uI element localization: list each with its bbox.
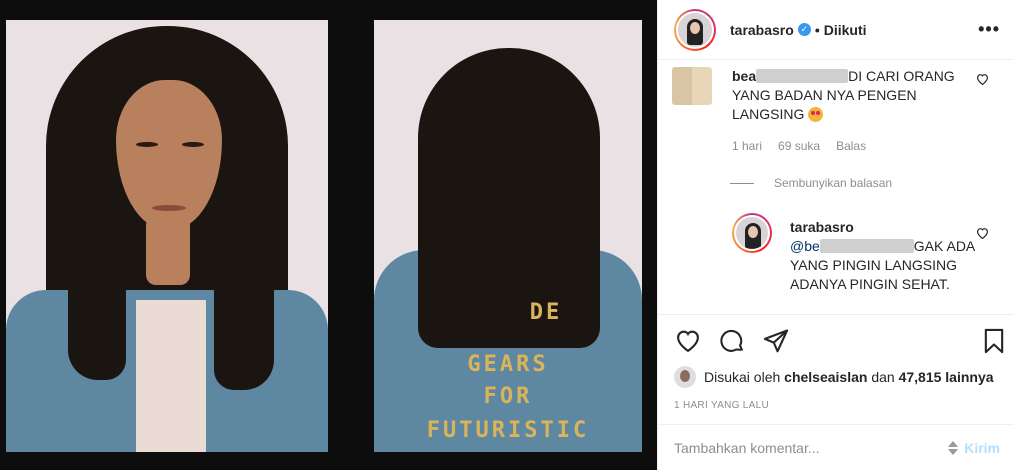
jacket-text-line-3: FUTURISTIC bbox=[426, 418, 590, 443]
post-actions bbox=[658, 314, 1014, 366]
reply-heart-icon[interactable] bbox=[976, 227, 989, 242]
redacted-mention-blur bbox=[819, 239, 914, 253]
reply-mention[interactable]: @be bbox=[790, 238, 820, 254]
post-header: tarabasro ✓ • Diikuti ••• bbox=[658, 0, 1014, 60]
hide-replies-label: Sembunyikan balasan bbox=[774, 176, 893, 190]
liker-avatar[interactable] bbox=[674, 366, 696, 388]
comment-input[interactable] bbox=[674, 439, 947, 456]
post-comment-button[interactable]: Kirim bbox=[964, 440, 1000, 456]
separator-dot: • bbox=[814, 21, 820, 38]
reply-author-avatar[interactable] bbox=[732, 213, 772, 253]
likes-conj: dan bbox=[871, 369, 895, 385]
hide-replies-line bbox=[730, 182, 754, 184]
add-comment-bar: Kirim bbox=[658, 424, 1014, 470]
photo-front bbox=[6, 20, 328, 452]
liker-username[interactable]: chelseaislan bbox=[784, 369, 867, 385]
commenter-username[interactable]: bea bbox=[732, 68, 756, 84]
post-media[interactable]: DE GEARS FOR FUTURISTIC bbox=[0, 0, 657, 470]
reply-author-username[interactable]: tarabasro bbox=[790, 218, 980, 237]
reply-body: tarabasro @be GAK ADA YANG PINGIN LANGSIN… bbox=[790, 218, 980, 294]
share-icon[interactable] bbox=[762, 327, 790, 355]
comment-heart-icon[interactable] bbox=[976, 73, 989, 88]
jacket-partial-text: DE bbox=[529, 300, 563, 325]
comment-time[interactable]: 1 hari bbox=[732, 139, 762, 153]
author-username[interactable]: tarabasro bbox=[730, 22, 794, 38]
likes-count[interactable]: 47,815 lainnya bbox=[899, 369, 994, 385]
commenter-avatar[interactable] bbox=[672, 67, 712, 105]
comment-body: bea DI CARI ORANG YANG BADAN NYA PENGEN L… bbox=[732, 67, 972, 124]
photo-back: DE GEARS FOR FUTURISTIC bbox=[374, 20, 642, 452]
hide-replies-button[interactable]: Sembunyikan balasan bbox=[730, 176, 892, 190]
comment-icon[interactable] bbox=[718, 327, 746, 355]
reply-author-avatar-image bbox=[734, 215, 770, 251]
comment-likes[interactable]: 69 suka bbox=[778, 139, 820, 153]
post-timestamp[interactable]: 1 HARI YANG LALU bbox=[674, 400, 769, 411]
likes-summary: Disukai oleh chelseaislan dan 47,815 lai… bbox=[674, 366, 1004, 388]
author-avatar-image bbox=[676, 10, 714, 49]
comments-list[interactable]: bea DI CARI ORANG YANG BADAN NYA PENGEN L… bbox=[658, 61, 1014, 314]
resize-handle-icon bbox=[946, 439, 960, 457]
jacket-text-line-2: FOR bbox=[483, 384, 533, 409]
author-avatar[interactable] bbox=[674, 8, 716, 51]
follow-status-button[interactable]: Diikuti bbox=[824, 22, 867, 38]
verified-icon: ✓ bbox=[797, 23, 811, 36]
likes-prefix: Disukai oleh bbox=[704, 369, 781, 385]
star-struck-emoji-icon bbox=[808, 107, 824, 122]
instagram-post-view: DE GEARS FOR FUTURISTIC tarabasro ✓ • Di… bbox=[0, 0, 1014, 470]
comment-meta: 1 hari 69 suka Balas bbox=[732, 139, 866, 153]
post-sidebar: tarabasro ✓ • Diikuti ••• bea DI CARI ORA… bbox=[657, 0, 1014, 470]
save-icon[interactable] bbox=[980, 327, 1008, 355]
redacted-username-blur bbox=[756, 69, 849, 83]
jacket-text-line-1: GEARS bbox=[467, 352, 549, 377]
heart-icon[interactable] bbox=[674, 327, 702, 355]
more-icon[interactable]: ••• bbox=[978, 19, 1000, 40]
reply-button[interactable]: Balas bbox=[836, 139, 866, 153]
